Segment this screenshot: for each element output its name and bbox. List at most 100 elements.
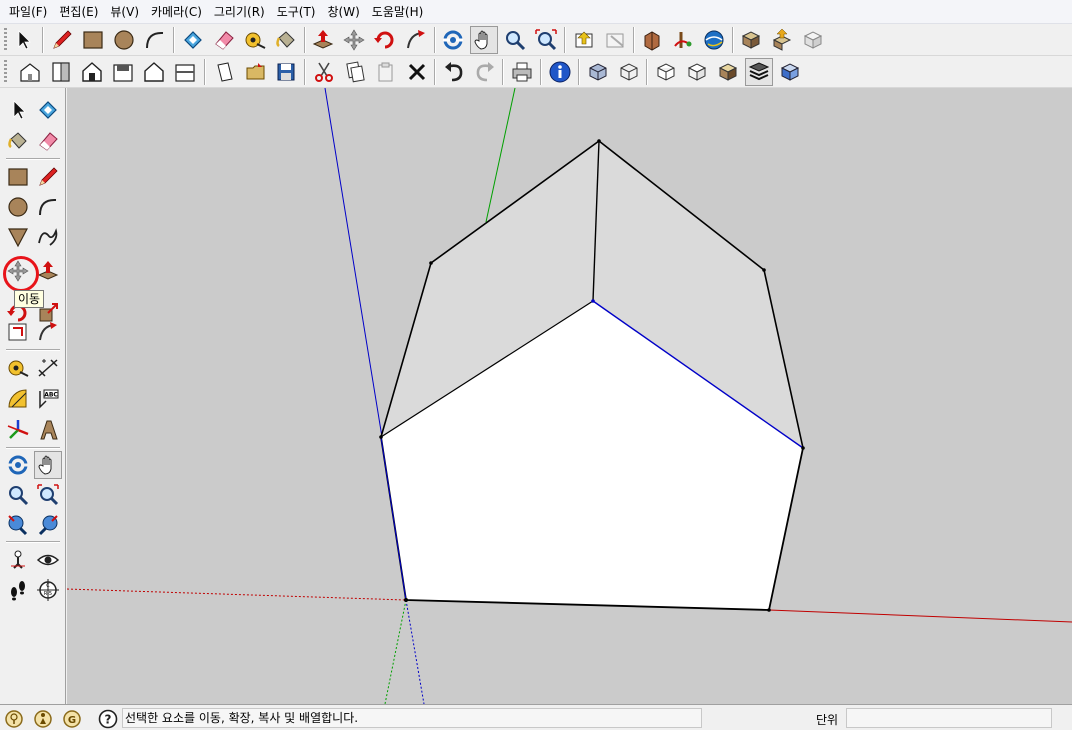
pan-button[interactable] — [470, 26, 498, 54]
zoom-button[interactable] — [501, 26, 529, 54]
palette-protractor-button[interactable] — [4, 385, 32, 413]
iso-view-button[interactable] — [16, 58, 44, 86]
menu-edit[interactable]: 편집(E) — [54, 1, 103, 22]
model-info-button[interactable] — [546, 58, 574, 86]
vertex[interactable] — [404, 598, 408, 602]
arc-button[interactable] — [141, 26, 169, 54]
palette-component-button[interactable] — [34, 96, 62, 124]
paint-bucket-button[interactable] — [272, 26, 300, 54]
save-button[interactable] — [272, 58, 300, 86]
tape-measure-button[interactable] — [241, 26, 269, 54]
xray-button[interactable] — [584, 58, 612, 86]
vertex[interactable] — [429, 261, 433, 265]
palette-orbit-button[interactable] — [4, 451, 32, 479]
monochrome-button[interactable] — [745, 58, 773, 86]
palette-select-button[interactable] — [4, 96, 32, 124]
vertex[interactable] — [379, 435, 383, 439]
palette-next-button[interactable] — [34, 510, 62, 538]
menu-view[interactable]: 뷰(V) — [105, 1, 144, 22]
menu-camera[interactable]: 카메라(C) — [146, 1, 207, 22]
google-earth-button[interactable] — [700, 26, 728, 54]
vertex[interactable] — [801, 446, 805, 450]
palette-arc-button[interactable] — [34, 193, 62, 221]
shaded-textures-button[interactable] — [714, 58, 742, 86]
vertex[interactable] — [762, 268, 766, 272]
palette-zoom-window-button[interactable] — [34, 481, 62, 509]
circle-button[interactable] — [110, 26, 138, 54]
palette-axes-button[interactable] — [4, 416, 32, 444]
next-view-button[interactable] — [601, 26, 629, 54]
orbit-button[interactable] — [439, 26, 467, 54]
shaded-button[interactable] — [683, 58, 711, 86]
rotate-button[interactable] — [371, 26, 399, 54]
palette-zoom-button[interactable] — [4, 481, 32, 509]
wireframe-button[interactable] — [615, 58, 643, 86]
cut-button[interactable] — [310, 58, 338, 86]
previous-view-button[interactable] — [570, 26, 598, 54]
xray-shaded-button[interactable] — [776, 58, 804, 86]
new-button[interactable] — [211, 58, 239, 86]
palette-3d-text-button[interactable] — [34, 416, 62, 444]
get-models-button[interactable] — [638, 26, 666, 54]
palette-polygon-button[interactable] — [4, 223, 32, 251]
toolbar-grip[interactable] — [4, 28, 7, 52]
zoom-extents-button[interactable] — [532, 26, 560, 54]
undo-button[interactable] — [440, 58, 468, 86]
line-button[interactable] — [48, 26, 76, 54]
redo-button[interactable] — [471, 58, 499, 86]
palette-dimension-button[interactable] — [34, 354, 62, 382]
palette-paint-button[interactable] — [4, 127, 32, 155]
drawing-viewport[interactable] — [67, 88, 1072, 704]
share-model-button[interactable] — [669, 26, 697, 54]
palette-follow-me-button[interactable] — [34, 318, 62, 346]
eraser-button[interactable] — [210, 26, 238, 54]
palette-position-camera-button[interactable] — [4, 546, 32, 574]
follow-me-button[interactable] — [402, 26, 430, 54]
measurements-input[interactable] — [846, 708, 1052, 728]
palette-pan-button[interactable] — [34, 451, 62, 479]
palette-tape-measure-button[interactable] — [4, 354, 32, 382]
open-button[interactable] — [242, 58, 270, 86]
menu-window[interactable]: 창(W) — [323, 1, 365, 22]
palette-look-around-button[interactable] — [34, 546, 62, 574]
vertex[interactable] — [767, 608, 771, 612]
download-component-button[interactable] — [799, 26, 827, 54]
model-canvas[interactable] — [67, 88, 1072, 704]
top-view-button[interactable] — [47, 58, 75, 86]
push-pull-button[interactable] — [309, 26, 337, 54]
move-button[interactable] — [340, 26, 368, 54]
left-view-button[interactable] — [171, 58, 199, 86]
menu-draw[interactable]: 그리기(R) — [209, 1, 270, 22]
palette-text-button[interactable]: ABC — [34, 385, 62, 413]
copy-button[interactable] — [341, 58, 369, 86]
paste-button[interactable] — [372, 58, 400, 86]
select-button[interactable] — [10, 26, 38, 54]
toolbar-grip[interactable] — [4, 60, 7, 84]
front-view-button[interactable] — [78, 58, 106, 86]
vertex[interactable] — [591, 299, 595, 303]
hidden-line-button[interactable] — [652, 58, 680, 86]
palette-previous-button[interactable] — [4, 510, 32, 538]
back-view-button[interactable] — [140, 58, 168, 86]
vertex[interactable] — [597, 139, 601, 143]
menu-tools[interactable]: 도구(T) — [272, 1, 321, 22]
components-button[interactable] — [737, 26, 765, 54]
palette-eraser-button[interactable] — [34, 127, 62, 155]
rectangle-button[interactable] — [79, 26, 107, 54]
print-button[interactable] — [508, 58, 536, 86]
right-view-button[interactable] — [109, 58, 137, 86]
palette-freehand-button[interactable] — [34, 223, 62, 251]
google-signin-icon[interactable]: G — [62, 709, 82, 729]
menu-help[interactable]: 도움말(H) — [367, 1, 429, 22]
palette-rectangle-button[interactable] — [4, 163, 32, 191]
upload-component-button[interactable] — [768, 26, 796, 54]
palette-offset-button[interactable] — [4, 318, 32, 346]
palette-section-plane-button[interactable]: C R-5 — [34, 576, 62, 604]
help-question-icon[interactable]: ? — [98, 709, 118, 729]
geolocation-icon[interactable] — [4, 709, 24, 729]
palette-line-button[interactable] — [34, 163, 62, 191]
make-component-button[interactable] — [179, 26, 207, 54]
delete-button[interactable] — [403, 58, 431, 86]
menu-file[interactable]: 파일(F) — [4, 1, 52, 22]
palette-circle-button[interactable] — [4, 193, 32, 221]
